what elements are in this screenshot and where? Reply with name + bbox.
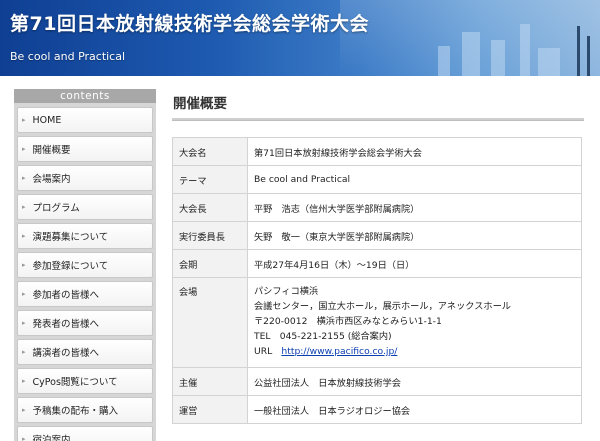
- sidebar-item-program[interactable]: ▸ プログラム: [17, 194, 153, 220]
- chevron-right-icon: ▸: [22, 290, 26, 298]
- row-value: 平成27年4月16日（木）〜19日（日）: [247, 249, 582, 278]
- table-row: 大会名 第71回日本放射線技術学会総会学術大会: [172, 137, 582, 166]
- venue-halls: 会議センター，国立大ホール，展示ホール，アネックスホール: [254, 301, 511, 312]
- main-content: 開催概要 大会名 第71回日本放射線技術学会総会学術大会 テーマ Be cool…: [172, 92, 584, 424]
- venue-name: パシフィコ横浜: [254, 286, 319, 297]
- page-title: 開催概要: [173, 96, 227, 112]
- row-key: 主催: [172, 367, 248, 396]
- chevron-right-icon: ▸: [22, 145, 26, 153]
- sidebar-item-call-for-abstracts[interactable]: ▸ 演題募集について: [17, 223, 153, 249]
- venue-url-link[interactable]: http://www.pacifico.co.jp/: [281, 346, 397, 357]
- skyline-building: [538, 48, 560, 76]
- row-key: 会場: [172, 277, 248, 368]
- row-key: 大会名: [172, 137, 248, 166]
- chevron-right-icon: ▸: [22, 406, 26, 414]
- sidebar-item-speakers[interactable]: ▸ 講演者の皆様へ: [17, 339, 153, 365]
- skyline-building: [491, 40, 505, 76]
- venue-address: 〒220-0012 横浜市西区みなとみらい1-1-1: [254, 316, 442, 327]
- site-subtitle: Be cool and Practical: [10, 50, 126, 63]
- sidebar-heading: contents: [14, 89, 156, 103]
- venue-details: パシフィコ横浜 会議センター，国立大ホール，展示ホール，アネックスホール 〒22…: [247, 277, 582, 368]
- venue-url-line: URL http://www.pacifico.co.jp/: [254, 344, 575, 359]
- chevron-right-icon: ▸: [22, 348, 26, 356]
- row-key: 会期: [172, 249, 248, 278]
- table-row: 実行委員長 矢野 敬一（東京大学医学部附属病院）: [172, 221, 582, 250]
- skyline-building: [438, 46, 450, 76]
- chevron-right-icon: ▸: [22, 435, 26, 441]
- sidebar-item-home[interactable]: ▸ HOME: [17, 107, 153, 133]
- row-value: Be cool and Practical: [247, 165, 582, 194]
- row-value: 第71回日本放射線技術学会総会学術大会: [247, 137, 582, 166]
- sidebar-item-presenters[interactable]: ▸ 発表者の皆様へ: [17, 310, 153, 336]
- sidebar-item-overview[interactable]: ▸ 開催概要: [17, 136, 153, 162]
- table-row: 大会長 平野 浩志（信州大学医学部附属病院）: [172, 193, 582, 222]
- row-value: 公益社団法人 日本放射線技術学会: [247, 367, 582, 396]
- row-key: 大会長: [172, 193, 248, 222]
- row-key: 運営: [172, 395, 248, 424]
- skyline-building: [462, 32, 480, 76]
- skyline-building: [520, 24, 530, 76]
- sidebar-item-registration[interactable]: ▸ 参加登録について: [17, 252, 153, 278]
- sidebar-nav: contents ▸ HOME ▸ 開催概要 ▸ 会場案内 ▸ プログラム ▸ 演題募集に…: [14, 89, 156, 441]
- venue-phone: TEL 045-221-2155 (総合案内): [254, 331, 392, 342]
- site-title[interactable]: 第71回日本放射線技術学会総会学術大会: [10, 9, 369, 36]
- palm-tree: [587, 36, 590, 76]
- table-row: テーマ Be cool and Practical: [172, 165, 582, 194]
- header-banner: 第71回日本放射線技術学会総会学術大会 Be cool and Practica…: [0, 0, 600, 76]
- row-value: 一般社団法人 日本ラジオロジー協会: [247, 395, 582, 424]
- overview-table: 大会名 第71回日本放射線技術学会総会学術大会 テーマ Be cool and …: [172, 137, 582, 424]
- table-row: 会期 平成27年4月16日（木）〜19日（日）: [172, 249, 582, 278]
- sidebar-item-venue[interactable]: ▸ 会場案内: [17, 165, 153, 191]
- title-divider: [172, 118, 584, 121]
- palm-tree: [577, 26, 580, 76]
- chevron-right-icon: ▸: [22, 261, 26, 269]
- chevron-right-icon: ▸: [22, 203, 26, 211]
- chevron-right-icon: ▸: [22, 319, 26, 327]
- chevron-right-icon: ▸: [22, 232, 26, 240]
- chevron-right-icon: ▸: [22, 377, 26, 385]
- chevron-right-icon: ▸: [22, 174, 26, 182]
- sidebar-item-proceedings[interactable]: ▸ 予稿集の配布・購入: [17, 397, 153, 423]
- table-row: 主催 公益社団法人 日本放射線技術学会: [172, 367, 582, 396]
- row-value: 矢野 敬一（東京大学医学部附属病院）: [247, 221, 582, 250]
- url-label: URL: [254, 346, 273, 357]
- sidebar-item-participants[interactable]: ▸ 参加者の皆様へ: [17, 281, 153, 307]
- row-key: 実行委員長: [172, 221, 248, 250]
- sidebar-item-accommodation[interactable]: ▸ 宿泊案内: [17, 426, 153, 441]
- sidebar-item-cypos[interactable]: ▸ CyPos閲覧について: [17, 368, 153, 394]
- chevron-right-icon: ▸: [22, 116, 26, 124]
- table-row: 運営 一般社団法人 日本ラジオロジー協会: [172, 395, 582, 424]
- table-row-venue: 会場 パシフィコ横浜 会議センター，国立大ホール，展示ホール，アネックスホール …: [172, 277, 582, 368]
- row-key: テーマ: [172, 165, 248, 194]
- row-value: 平野 浩志（信州大学医学部附属病院）: [247, 193, 582, 222]
